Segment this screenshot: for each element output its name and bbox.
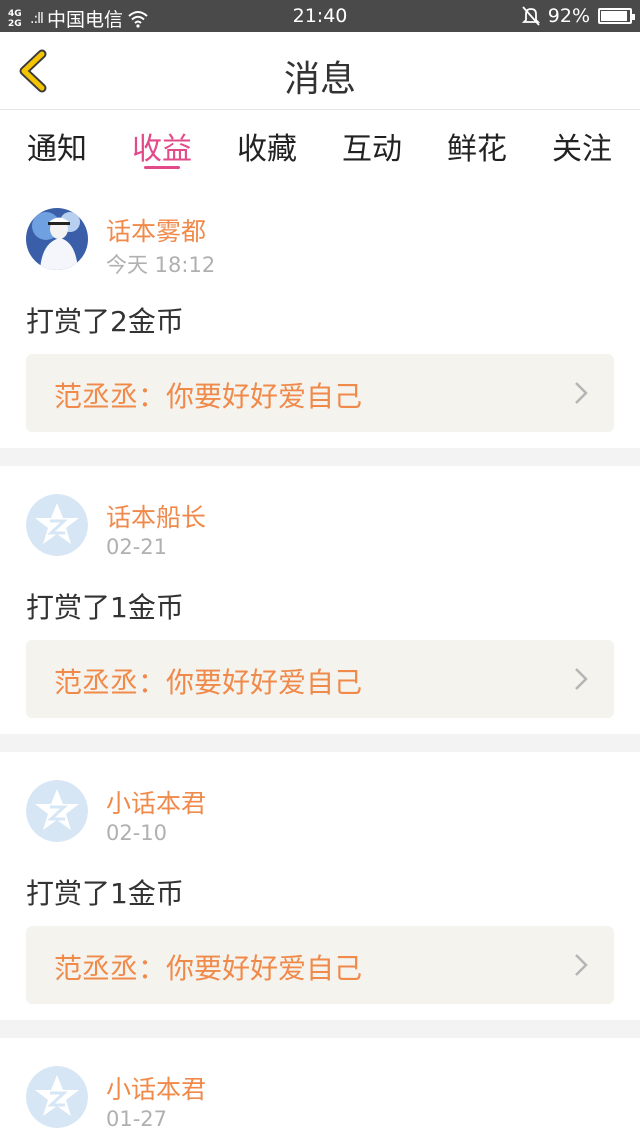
tab-favorites[interactable]: 收藏 [222, 124, 312, 168]
message-action: 打赏了1金币 [26, 591, 184, 624]
avatar[interactable] [26, 1066, 88, 1128]
section-divider [0, 1020, 640, 1038]
avatar[interactable] [26, 780, 88, 842]
tab-follow[interactable]: 关注 [537, 124, 627, 168]
quote-text: 范丞丞：你要好好爱自己 [54, 952, 363, 985]
battery-percent: 92% [547, 5, 590, 27]
quote-card[interactable]: 范丞丞：你要好好爱自己 [26, 926, 614, 1004]
chevron-right-icon [575, 668, 588, 690]
message-date: 02-21 [106, 535, 168, 559]
message-date: 02-10 [106, 821, 168, 845]
default-avatar-icon [26, 494, 88, 556]
user-photo-icon [26, 208, 88, 270]
tab-interaction[interactable]: 互动 [327, 124, 417, 168]
chevron-right-icon [575, 382, 588, 404]
quote-card[interactable]: 范丞丞：你要好好爱自己 [26, 354, 614, 432]
message-action: 打赏了2金币 [26, 305, 184, 338]
tab-flowers[interactable]: 鲜花 [432, 124, 522, 168]
section-divider [0, 448, 640, 466]
chevron-right-icon [575, 954, 588, 976]
message-action: 打赏了1金币 [26, 877, 184, 910]
quote-text: 范丞丞：你要好好爱自己 [54, 666, 363, 699]
status-bar: 4G 2G .:ll 中国电信 21:40 92% [0, 0, 640, 32]
message-item: 小话本君 02-10 打赏了1金币 范丞丞：你要好好爱自己 [0, 752, 640, 1020]
section-divider [0, 734, 640, 752]
tab-notice[interactable]: 通知 [12, 124, 102, 168]
message-item: 话本船长 02-21 打赏了1金币 范丞丞：你要好好爱自己 [0, 466, 640, 734]
tab-bar: 通知 收益 收藏 互动 鲜花 关注 [0, 110, 640, 180]
default-avatar-icon [26, 780, 88, 842]
username[interactable]: 小话本君 [106, 784, 206, 820]
battery-icon [598, 8, 635, 24]
message-date: 01-27 [106, 1107, 168, 1131]
username[interactable]: 小话本君 [106, 1070, 206, 1106]
tab-earnings[interactable]: 收益 [117, 124, 207, 168]
bell-muted-icon [521, 6, 540, 26]
page-title: 消息 [283, 59, 356, 100]
username[interactable]: 话本雾都 [106, 212, 206, 248]
message-date: 今天 18:12 [106, 253, 216, 277]
avatar[interactable] [26, 494, 88, 556]
username[interactable]: 话本船长 [106, 498, 206, 534]
message-item: 小话本君 01-27 [0, 1038, 640, 1138]
avatar[interactable] [26, 208, 88, 270]
message-item: 话本雾都 今天 18:12 打赏了2金币 范丞丞：你要好好爱自己 [0, 180, 640, 448]
active-tab-indicator [144, 166, 180, 169]
default-avatar-icon [26, 1066, 88, 1128]
quote-card[interactable]: 范丞丞：你要好好爱自己 [26, 640, 614, 718]
quote-text: 范丞丞：你要好好爱自己 [54, 380, 363, 413]
status-right: 92% [521, 5, 635, 27]
battery-fill [601, 11, 627, 21]
nav-header: 消息 [0, 32, 640, 110]
